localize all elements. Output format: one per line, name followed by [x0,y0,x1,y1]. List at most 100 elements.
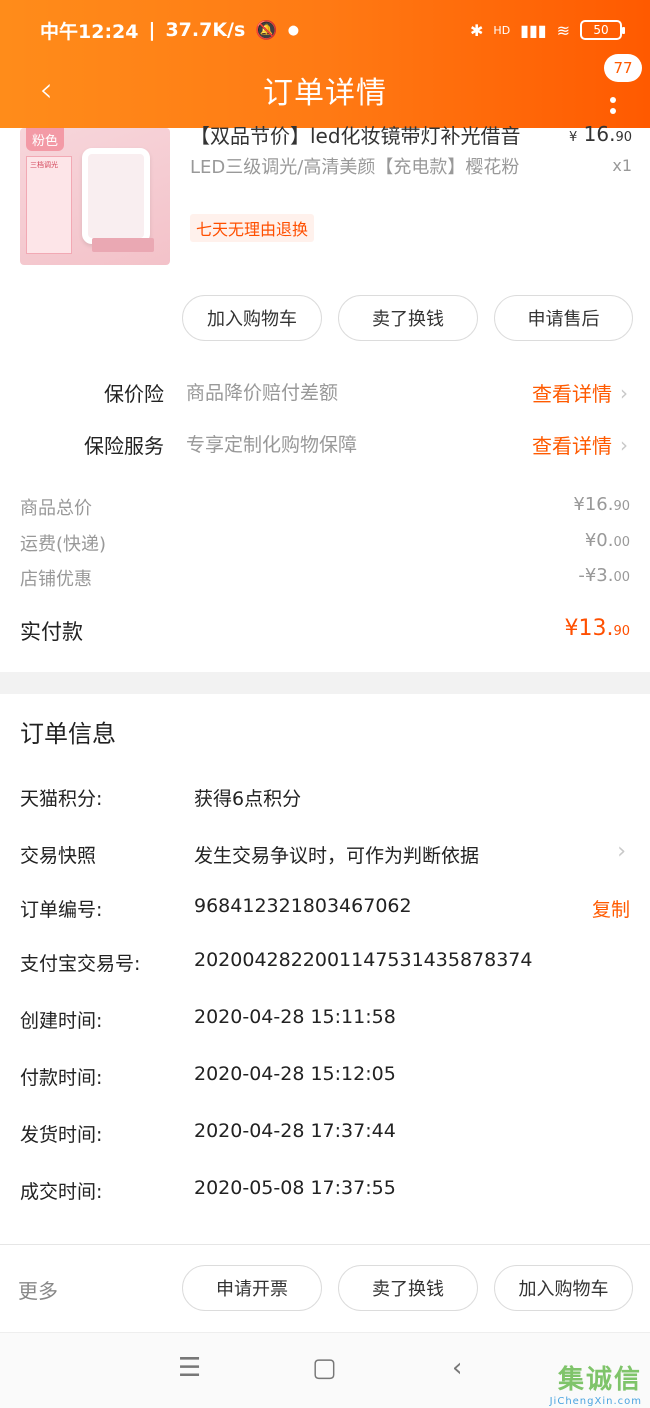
discount-value: -¥3.00 [578,565,630,586]
mirror-stand-image [92,238,154,252]
goods-total-value: ¥16.90 [573,494,630,515]
invoice-button[interactable]: 申请开票 [182,1265,322,1311]
after-sale-button[interactable]: 申请售后 [494,295,633,341]
color-tag: 粉色 [26,128,65,151]
snapshot-row[interactable]: 交易快照 发生交易争议时，可作为判断依据 › [20,837,632,871]
shipping-dec: 00 [613,535,630,550]
menu-icon[interactable]: ☰ [178,1353,201,1383]
price-decimal: 90 [615,130,632,145]
goods-total-row: 商品总价 ¥16.90 [20,492,632,522]
order-number-row: 订单编号: 968412321803467062 复制 [20,891,632,925]
bluetooth-icon: ✱ [470,20,484,40]
back-button[interactable]: ‹ [26,68,66,112]
price-integer: 16. [583,122,616,146]
chevron-left-icon: ‹ [39,70,53,110]
resell-button[interactable]: 卖了换钱 [338,295,478,341]
section-divider [0,672,650,694]
discount-int: -¥3. [578,565,614,586]
watermark-en: JiChengXin.com [549,1396,642,1407]
discount-label: 店铺优惠 [20,569,92,590]
more-dot [610,108,616,114]
resell-button-bottom[interactable]: 卖了换钱 [338,1265,478,1311]
service-label: 保价险 [104,382,164,406]
copy-button[interactable]: 复制 [592,895,630,922]
paid-total-row: 实付款 ¥13.90 [20,614,632,650]
info-value: 2020-04-28 15:11:58 [194,1006,396,1028]
status-divider: | [148,19,156,41]
shipping-int: ¥0. [584,530,614,551]
info-value: 2020-04-28 15:12:05 [194,1063,396,1085]
product-thumbnail[interactable]: 粉色 三档调光 [20,128,170,265]
app-notify-icon: ● [287,22,300,38]
info-key: 发货时间: [20,1124,103,1146]
shipping-row: 运费(快递) ¥0.00 [20,528,632,558]
info-value: 2020042822001147531435878374 [194,949,533,971]
chevron-right-icon: › [620,432,628,457]
paid-label: 实付款 [20,620,83,644]
more-button[interactable]: 更多 [18,1275,58,1304]
view-details-link[interactable]: 查看详情 › [532,378,628,407]
paid-time-row: 付款时间: 2020-04-28 15:12:05 [20,1059,632,1093]
page-title: 订单详情 [263,76,387,111]
view-details-link[interactable]: 查看详情 › [532,430,628,459]
home-icon[interactable]: ▢ [312,1353,337,1383]
paid-int: ¥13. [564,616,614,641]
service-desc: 商品降价赔付差额 [186,382,339,404]
info-value: 发生交易争议时，可作为判断依据 [194,845,480,867]
message-count-badge[interactable]: 77 [604,54,642,82]
product-title[interactable]: 【双品节价】led化妆镜带灯补光借音 [190,120,550,149]
info-key: 交易快照 [20,845,97,867]
chevron-right-icon: › [620,380,628,405]
points-row: 天猫积分: 获得6点积分 [20,780,632,814]
paid-value: ¥13.90 [564,616,630,641]
order-number: 968412321803467062 [194,895,412,917]
info-value: 2020-04-28 17:37:44 [194,1120,396,1142]
info-key: 成交时间: [20,1181,103,1203]
more-dot [610,97,616,103]
network-type: HD [493,23,511,37]
system-nav-bar: ☰ ▢ ‹ 集诚信 JiChengXin.com [0,1332,650,1408]
add-to-cart-button[interactable]: 加入购物车 [182,295,322,341]
nav-bar: ‹ 订单详情 [0,62,650,118]
info-key: 天猫积分: [20,788,103,810]
info-key: 订单编号: [20,899,103,921]
info-key: 支付宝交易号: [20,953,141,975]
battery-level: 50 [593,23,609,37]
discount-dec: 00 [613,570,630,585]
mirror-image [82,148,150,244]
add-to-cart-button-bottom[interactable]: 加入购物车 [494,1265,633,1311]
chevron-right-icon: › [617,839,626,864]
info-key: 创建时间: [20,1010,103,1032]
watermark-logo: 集诚信 JiChengXin.com [550,1359,642,1407]
info-key: 付款时间: [20,1067,103,1089]
info-value: 2020-05-08 17:37:55 [194,1177,396,1199]
product-card[interactable]: 粉色 三档调光 【双品节价】led化妆镜带灯补光借音 LED三级调光/高清美颜【… [0,122,650,278]
alipay-trade-row: 支付宝交易号: 2020042822001147531435878374 [20,945,632,979]
view-details-label: 查看详情 [532,434,612,458]
shipping-label: 运费(快递) [20,534,107,555]
mute-icon: 🔕 [255,19,278,41]
completed-time-row: 成交时间: 2020-05-08 17:37:55 [20,1173,632,1207]
service-label: 保险服务 [84,434,164,458]
price-protection-row[interactable]: 保价险 商品降价赔付差额 查看详情 › [0,372,650,412]
service-desc: 专享定制化购物保障 [186,434,358,456]
system-back-icon[interactable]: ‹ [452,1353,462,1383]
product-price: ¥ 16.90 [569,122,632,146]
watermark-cn: 集诚信 [557,1365,642,1395]
network-speed: 37.7K/s [165,19,246,41]
shipped-time-row: 发货时间: 2020-04-28 17:37:44 [20,1116,632,1150]
discount-row: 店铺优惠 -¥3.00 [20,563,632,593]
battery-icon: 50 [580,20,625,40]
shipping-value: ¥0.00 [585,530,630,551]
created-time-row: 创建时间: 2020-04-28 15:11:58 [20,1002,632,1036]
insurance-service-row[interactable]: 保险服务 专享定制化购物保障 查看详情 › [0,424,650,464]
price-currency: ¥ [569,130,578,145]
feature-list-title: 三档调光 [30,161,58,169]
app-header: 中午12:24 | 37.7K/s 🔕 ● ✱ HD ▮▮▮ ≋ 50 ‹ 订单… [0,0,650,128]
feature-list-image: 三档调光 [26,156,72,254]
goods-total-dec: 90 [613,499,630,514]
status-time: 中午12:24 [40,20,139,43]
product-quantity: x1 [612,156,632,175]
goods-total-int: ¥16. [573,494,614,515]
paid-dec: 90 [613,624,630,639]
